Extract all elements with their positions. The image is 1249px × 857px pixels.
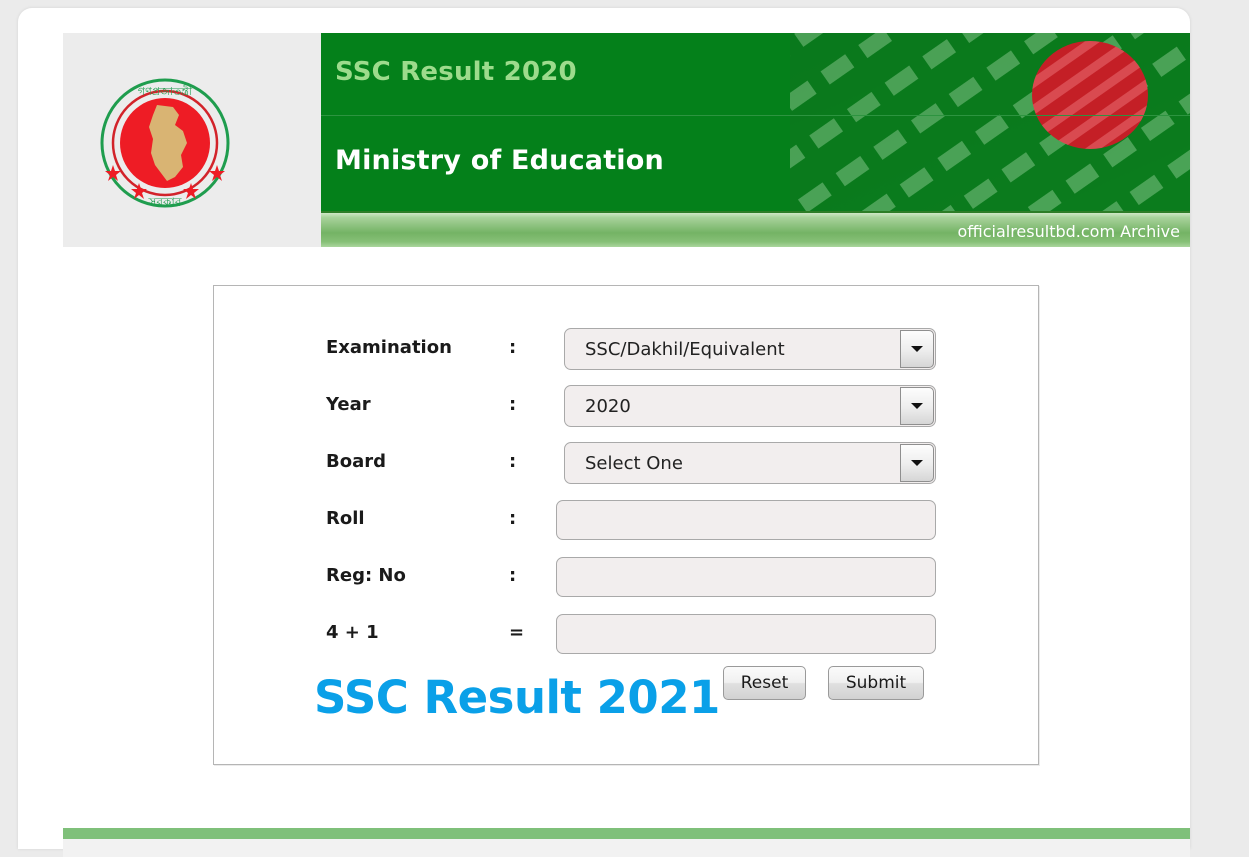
registration-input[interactable]	[556, 557, 936, 597]
label-registration: Reg: No	[326, 565, 406, 586]
chevron-down-icon	[911, 346, 923, 352]
header-green-panel: SSC Result 2020 Ministry of Education of…	[321, 33, 1190, 247]
separator-year: :	[509, 394, 517, 415]
year-dropdown-arrow-icon[interactable]	[900, 387, 934, 425]
form-row-roll: Roll :	[214, 499, 1040, 541]
separator-captcha: =	[509, 622, 525, 643]
page-frame: গণপ্রজাতন্ত্রী সরকার SSC Result 2020 Min…	[18, 8, 1190, 857]
examination-select-body[interactable]: SSC/Dakhil/Equivalent	[564, 328, 936, 370]
label-examination: Examination	[326, 337, 452, 358]
chevron-down-icon	[911, 460, 923, 466]
svg-text:গণপ্রজাতন্ত্রী: গণপ্রজাতন্ত্রী	[138, 85, 193, 98]
submit-button[interactable]: Submit	[828, 666, 924, 700]
board-select[interactable]: Select One	[564, 442, 936, 484]
label-captcha-question: 4 + 1	[326, 622, 379, 643]
label-roll: Roll	[326, 508, 365, 529]
ministry-name: Ministry of Education	[335, 145, 664, 176]
chevron-down-icon	[911, 403, 923, 409]
separator-registration: :	[509, 565, 517, 586]
label-year: Year	[326, 394, 371, 415]
examination-select-value: SSC/Dakhil/Equivalent	[585, 339, 785, 360]
reset-button[interactable]: Reset	[723, 666, 806, 700]
archive-bar: officialresultbd.com Archive	[321, 211, 1190, 247]
form-row-examination: Examination : SSC/Dakhil/Equivalent	[214, 328, 1040, 370]
year-select[interactable]: 2020	[564, 385, 936, 427]
examination-select[interactable]: SSC/Dakhil/Equivalent	[564, 328, 936, 370]
separator-board: :	[509, 451, 517, 472]
result-form-panel: Examination : SSC/Dakhil/Equivalent Year…	[213, 285, 1039, 765]
header-title-row: SSC Result 2020	[321, 33, 1190, 116]
year-select-value: 2020	[585, 396, 631, 417]
label-board: Board	[326, 451, 386, 472]
roll-input[interactable]	[556, 500, 936, 540]
board-dropdown-arrow-icon[interactable]	[900, 444, 934, 482]
board-select-body[interactable]: Select One	[564, 442, 936, 484]
separator-examination: :	[509, 337, 517, 358]
government-seal-icon: গণপ্রজাতন্ত্রী সরকার	[99, 77, 231, 209]
svg-text:সরকার: সরকার	[147, 195, 181, 209]
header-ministry-row: Ministry of Education	[321, 117, 1190, 211]
archive-label: officialresultbd.com Archive	[957, 222, 1180, 241]
footer-green-bar	[63, 828, 1190, 839]
page-title: SSC Result 2020	[335, 57, 577, 87]
separator-roll: :	[509, 508, 517, 529]
footer-strip	[63, 839, 1190, 857]
examination-dropdown-arrow-icon[interactable]	[900, 330, 934, 368]
site-header: গণপ্রজাতন্ত্রী সরকার SSC Result 2020 Min…	[63, 33, 1190, 247]
board-select-value: Select One	[585, 453, 683, 474]
overlay-headline: SSC Result 2021	[314, 671, 720, 724]
form-row-board: Board : Select One	[214, 442, 1040, 484]
form-row-year: Year : 2020	[214, 385, 1040, 427]
form-row-captcha: 4 + 1 =	[214, 613, 1040, 655]
captcha-input[interactable]	[556, 614, 936, 654]
logo-cell: গণপ্রজাতন্ত্রী সরকার	[63, 33, 321, 247]
form-row-registration: Reg: No :	[214, 556, 1040, 598]
year-select-body[interactable]: 2020	[564, 385, 936, 427]
